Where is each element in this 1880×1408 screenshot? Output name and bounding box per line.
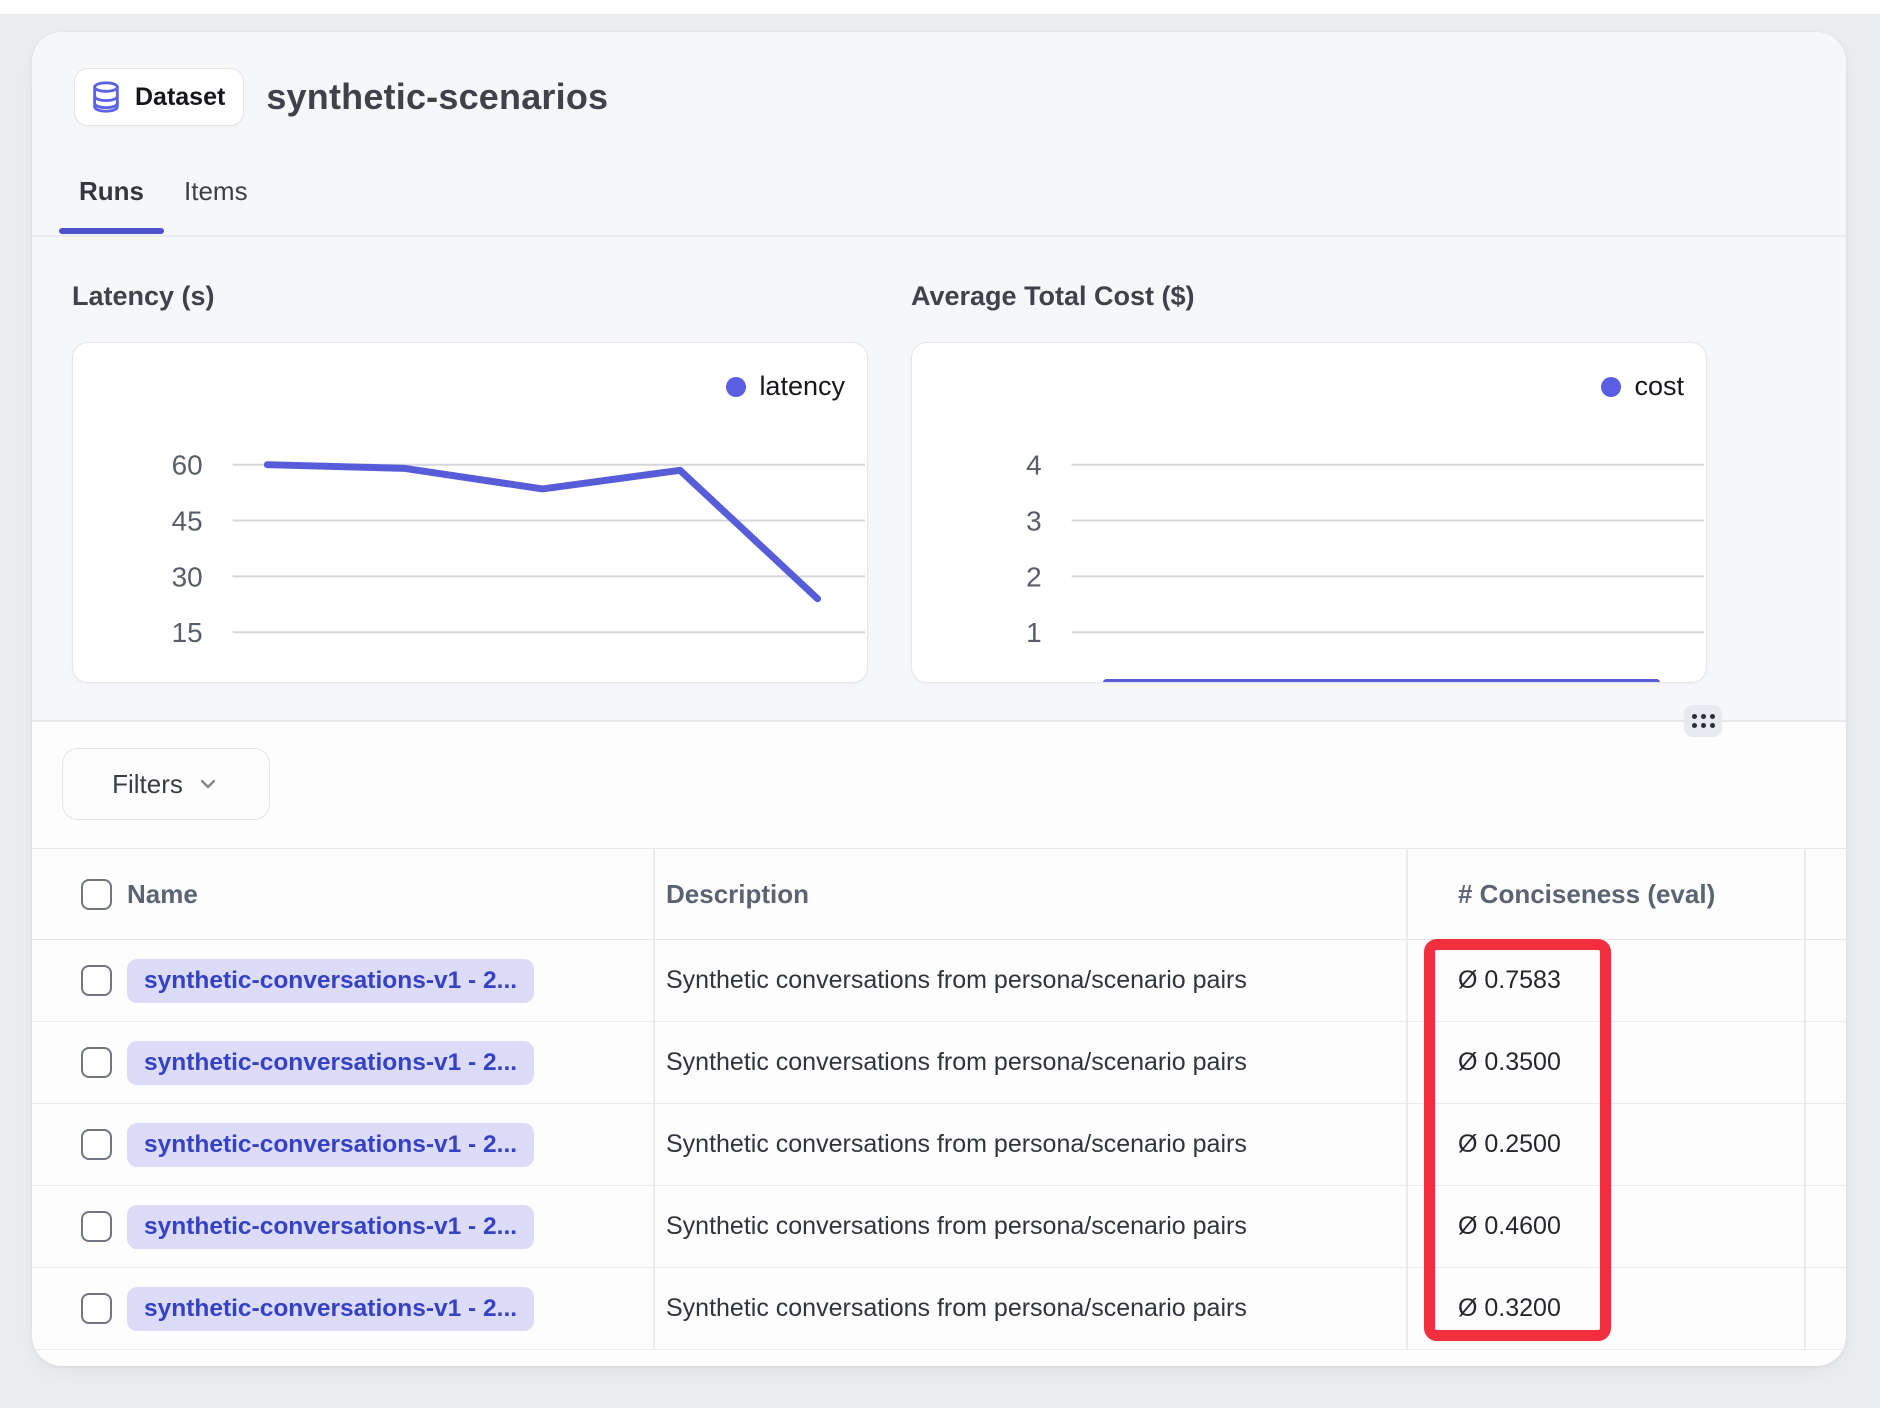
legend-label: latency [759,371,845,402]
table-row[interactable]: synthetic-conversations-v1 - 2... Synthe… [32,1104,1846,1186]
header: Dataset synthetic-scenarios [74,68,608,126]
tab-items[interactable]: Items [164,170,268,234]
row-checkbox[interactable] [81,1047,112,1078]
row-checkbox[interactable] [81,1293,112,1324]
latency-chart: 60 45 30 15 latency [72,342,868,683]
tabs: Runs Items [59,170,268,234]
column-divider [1804,848,1806,1350]
conciseness-value: Ø 0.7583 [1458,966,1561,995]
svg-text:3: 3 [1026,506,1042,537]
tab-runs-label: Runs [79,176,144,206]
run-description: Synthetic conversations from persona/sce… [666,1130,1247,1159]
table-row[interactable]: synthetic-conversations-v1 - 2... Synthe… [32,940,1846,1022]
svg-text:2: 2 [1026,561,1042,592]
column-divider [653,848,655,1350]
tabs-divider [32,235,1846,237]
filters-button[interactable]: Filters [62,748,270,820]
dataset-badge: Dataset [74,68,244,126]
cost-chart: 4 3 2 1 cost [911,342,1707,683]
legend-label: cost [1634,371,1684,402]
svg-text:30: 30 [172,561,203,592]
latency-chart-title: Latency (s) [72,281,215,312]
row-checkbox[interactable] [81,1129,112,1160]
tab-runs[interactable]: Runs [59,170,164,234]
runs-table: Name Description # Conciseness (eval) sy… [32,848,1846,1350]
svg-text:60: 60 [172,450,203,481]
grid-dots-icon [1692,714,1715,728]
section-divider [32,720,1846,722]
filters-label: Filters [112,769,183,800]
chevron-down-icon [196,772,220,796]
table-header-row: Name Description # Conciseness (eval) [32,848,1846,940]
column-divider [1406,848,1408,1350]
active-tab-indicator [59,228,164,234]
cost-chart-title: Average Total Cost ($) [911,281,1195,312]
conciseness-value: Ø 0.2500 [1458,1130,1561,1159]
svg-text:4: 4 [1026,450,1042,481]
run-name-link[interactable]: synthetic-conversations-v1 - 2... [127,1041,534,1085]
conciseness-value: Ø 0.3200 [1458,1294,1561,1323]
svg-text:15: 15 [172,617,203,648]
legend-dot-icon [726,377,746,397]
cost-legend: cost [1601,371,1684,402]
column-header-conciseness: # Conciseness (eval) [1458,879,1715,910]
run-description: Synthetic conversations from persona/sce… [666,1294,1247,1323]
conciseness-value: Ø 0.3500 [1458,1048,1561,1077]
table-row[interactable]: synthetic-conversations-v1 - 2... Synthe… [32,1268,1846,1350]
cost-line-chart: 4 3 2 1 [912,343,1706,683]
dataset-card: Dataset synthetic-scenarios Runs Items L… [32,32,1846,1366]
svg-text:1: 1 [1026,617,1042,648]
select-all-checkbox[interactable] [81,879,112,910]
table-row[interactable]: synthetic-conversations-v1 - 2... Synthe… [32,1186,1846,1268]
row-checkbox[interactable] [81,1211,112,1242]
top-strip [0,0,1880,14]
conciseness-value: Ø 0.4600 [1458,1212,1561,1241]
row-checkbox[interactable] [81,965,112,996]
legend-dot-icon [1601,377,1621,397]
run-name-link[interactable]: synthetic-conversations-v1 - 2... [127,959,534,1003]
page-title: synthetic-scenarios [266,76,608,118]
run-name-link[interactable]: synthetic-conversations-v1 - 2... [127,1287,534,1331]
run-name-link[interactable]: synthetic-conversations-v1 - 2... [127,1123,534,1167]
latency-legend: latency [726,371,845,402]
svg-text:45: 45 [172,506,203,537]
table-row[interactable]: synthetic-conversations-v1 - 2... Synthe… [32,1022,1846,1104]
run-name-link[interactable]: synthetic-conversations-v1 - 2... [127,1205,534,1249]
run-description: Synthetic conversations from persona/sce… [666,1212,1247,1241]
drag-handle[interactable] [1684,705,1722,737]
dataset-badge-label: Dataset [135,83,225,112]
tab-items-label: Items [184,176,248,206]
column-header-name: Name [127,879,198,910]
database-icon [89,80,123,114]
column-header-description: Description [666,879,809,910]
run-description: Synthetic conversations from persona/sce… [666,1048,1247,1077]
run-description: Synthetic conversations from persona/sce… [666,966,1247,995]
